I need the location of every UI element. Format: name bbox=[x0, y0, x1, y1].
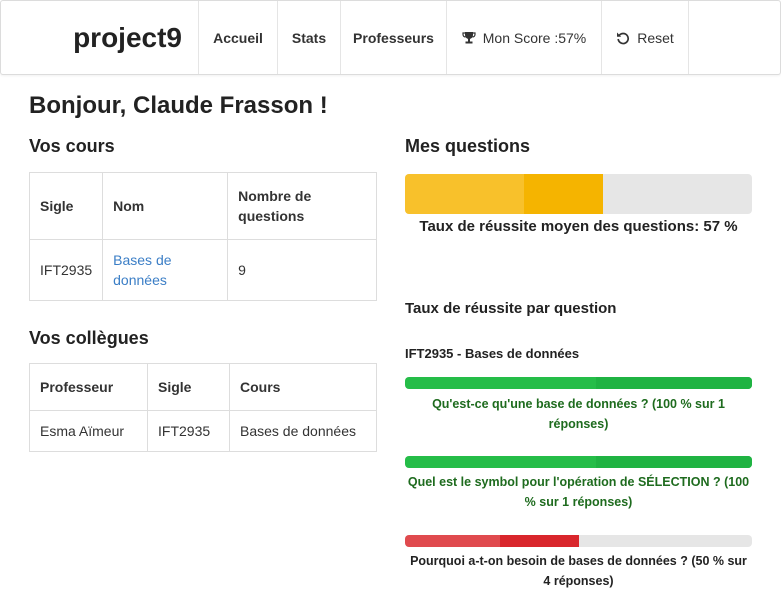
nav-mon-score-label: Mon Score :57% bbox=[482, 29, 587, 46]
question-label: Pourquoi a-t-on besoin de bases de donné… bbox=[410, 554, 747, 588]
question-label: Quel est le symbol pour l'opération de S… bbox=[407, 475, 750, 509]
questions-title: Mes questions bbox=[405, 136, 531, 156]
average-caption: Taux de réussite moyen des questions: 57… bbox=[419, 218, 738, 235]
trophy-icon bbox=[462, 32, 476, 44]
question-label: Qu'est-ce qu'une base de données ? (100 … bbox=[432, 397, 725, 431]
column-header: Sigle bbox=[147, 363, 230, 411]
column-header: Sigle bbox=[28, 172, 104, 240]
question-progress-fill bbox=[405, 456, 752, 468]
nav-stats[interactable]: Stats bbox=[278, 1, 341, 74]
nav-professeurs-label: Professeurs bbox=[353, 29, 434, 46]
navbar: project9 Accueil Stats Professeurs Mon S… bbox=[0, 0, 781, 75]
table-row: Esma Aïmeur IFT2935 Bases de données bbox=[29, 410, 377, 452]
colleagues-table: Professeur Sigle Cours Esma Aïmeur IFT29… bbox=[29, 363, 377, 452]
column-header: Cours bbox=[229, 363, 377, 411]
table-row: IFT2935 Bases de données 9 bbox=[28, 239, 377, 301]
colleague-name: Esma Aïmeur bbox=[29, 410, 148, 452]
colleagues-title: Vos collègues bbox=[29, 328, 149, 348]
nav-stats-label: Stats bbox=[291, 29, 327, 46]
nav-accueil-label: Accueil bbox=[213, 29, 263, 46]
reset-icon bbox=[617, 32, 630, 44]
nav-accueil[interactable]: Accueil bbox=[199, 1, 278, 74]
course-name-link[interactable]: Bases de données bbox=[113, 252, 171, 288]
average-progress-bar bbox=[405, 174, 752, 214]
question-progress-fill bbox=[405, 377, 752, 389]
per-question-title: Taux de réussite par question bbox=[405, 300, 617, 317]
colleagues-header-row: Professeur Sigle Cours bbox=[29, 363, 377, 411]
nav-professeurs[interactable]: Professeurs bbox=[341, 1, 447, 74]
nav-reset-label: Reset bbox=[637, 29, 674, 46]
column-header: Professeur bbox=[29, 363, 148, 411]
courses-table: Sigle Nom Nombre de questions IFT2935 Ba… bbox=[28, 172, 377, 301]
column-header: Nom bbox=[102, 172, 229, 240]
brand-logo[interactable]: project9 bbox=[1, 1, 199, 74]
colleague-sigle: IFT2935 bbox=[147, 410, 230, 452]
courses-title: Vos cours bbox=[29, 136, 115, 156]
courses-header-row: Sigle Nom Nombre de questions bbox=[28, 172, 377, 240]
average-progress-fill bbox=[405, 174, 603, 214]
nav-mon-score[interactable]: Mon Score :57% bbox=[447, 1, 602, 74]
question-progress-bar bbox=[405, 535, 752, 547]
course-sigle: IFT2935 bbox=[28, 239, 104, 301]
nav-reset[interactable]: Reset bbox=[602, 1, 689, 74]
question-progress-bar bbox=[405, 377, 752, 389]
page-title: Bonjour, Claude Frasson ! bbox=[29, 92, 328, 119]
column-header: Nombre de questions bbox=[227, 172, 377, 240]
question-progress-fill bbox=[405, 535, 579, 547]
course-group-label: IFT2935 - Bases de données bbox=[405, 346, 580, 361]
question-progress-bar bbox=[405, 456, 752, 468]
course-question-count: 9 bbox=[227, 239, 377, 301]
colleague-course: Bases de données bbox=[229, 410, 377, 452]
